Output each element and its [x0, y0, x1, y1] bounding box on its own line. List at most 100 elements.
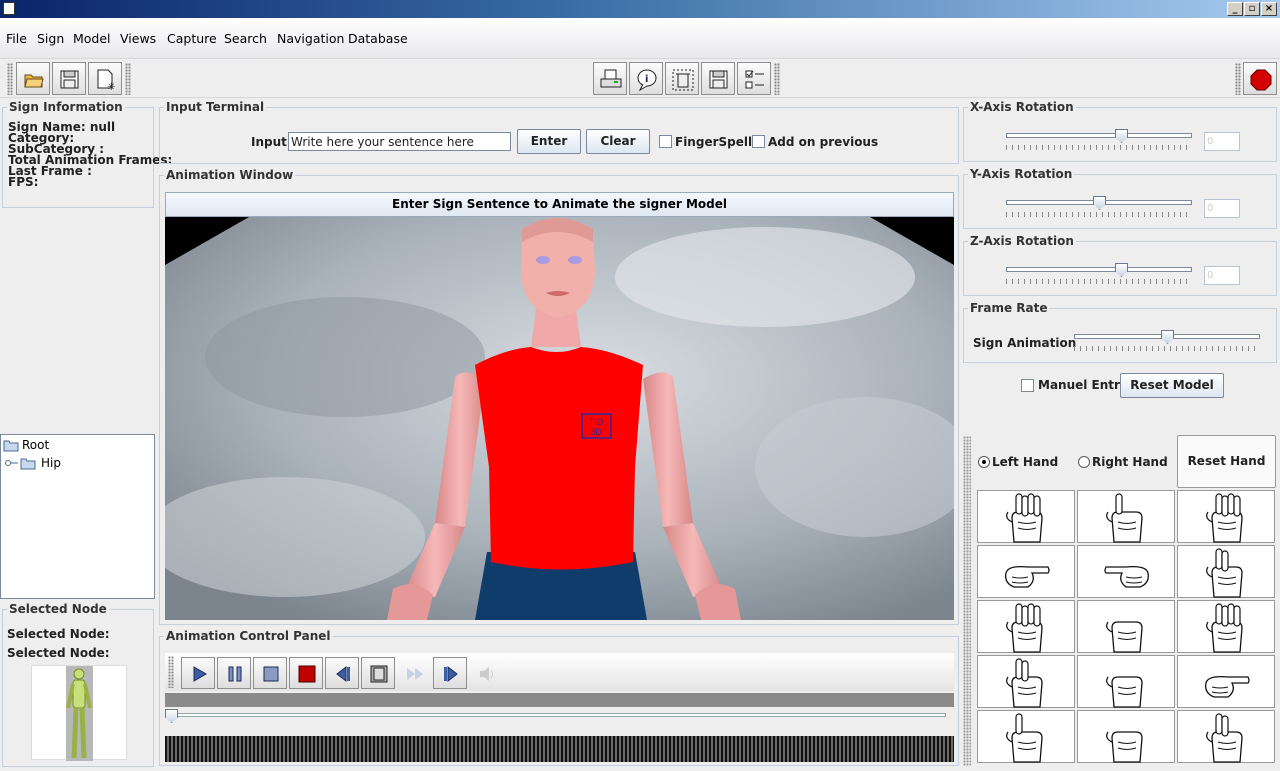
hand-shape-v-shape[interactable]	[1177, 710, 1275, 763]
hand-shape-point-left[interactable]	[977, 545, 1075, 598]
menu-model[interactable]: Model	[73, 31, 111, 46]
z-rotation-thumb[interactable]	[1115, 263, 1128, 277]
record-icon	[298, 665, 316, 683]
hand-index-up-icon	[1106, 493, 1143, 543]
stop-playback-button[interactable]	[253, 657, 287, 689]
menu-database[interactable]: Database	[348, 31, 408, 46]
maximize-button[interactable]: ▫	[1244, 2, 1260, 16]
checklist-button[interactable]	[737, 62, 771, 95]
right-hand-label: Right Hand	[1092, 455, 1168, 469]
z-rotation-slider[interactable]	[1006, 263, 1192, 287]
fast-forward-button[interactable]	[397, 657, 431, 689]
menu-views[interactable]: Views	[120, 31, 156, 46]
stop-button[interactable]	[1243, 62, 1277, 95]
clear-button[interactable]: Clear	[586, 129, 650, 154]
x-rotation-slider[interactable]	[1006, 129, 1192, 153]
fps-label: FPS:	[8, 175, 39, 189]
hand-shape-fist-side[interactable]	[1077, 600, 1175, 653]
hand-shape-index-up[interactable]	[1077, 490, 1175, 543]
new-document-button[interactable]: ✳	[88, 62, 122, 95]
toolbar-grip[interactable]	[7, 63, 13, 95]
close-button[interactable]: ×	[1261, 2, 1277, 16]
hand-index-thumb-icon	[1206, 548, 1243, 598]
signer-model-scene: TID 3D	[165, 217, 954, 620]
playback-toolbar	[165, 653, 954, 691]
hand-shape-l-shape[interactable]	[977, 600, 1075, 653]
step-back-button[interactable]	[325, 657, 359, 689]
frame-rate-slider[interactable]	[1074, 330, 1260, 354]
reset-hand-button[interactable]: Reset Hand	[1177, 435, 1276, 488]
y-rotation-title: Y-Axis Rotation	[968, 167, 1075, 181]
play-button[interactable]	[181, 657, 215, 689]
save-as-button[interactable]	[701, 62, 735, 95]
menu-sign[interactable]: Sign	[37, 31, 64, 46]
timeline-thumb[interactable]	[165, 709, 178, 723]
frame-rate-title: Frame Rate	[968, 301, 1050, 315]
tree-root-label: Root	[22, 438, 50, 452]
reset-model-button[interactable]: Reset Model	[1120, 373, 1224, 398]
menu-search[interactable]: Search	[224, 31, 267, 46]
selected-node-line2: Selected Node:	[7, 646, 110, 660]
y-rotation-slider[interactable]	[1006, 196, 1192, 220]
open-button[interactable]	[16, 62, 50, 95]
hand-shape-open-side[interactable]	[1177, 490, 1275, 543]
right-hand-radio[interactable]	[1078, 456, 1090, 468]
record-button[interactable]	[289, 657, 323, 689]
hand-point-low-icon	[1205, 675, 1250, 698]
z-rotation-value[interactable]: 0	[1204, 266, 1240, 285]
menu-navigation[interactable]: Navigation	[277, 31, 344, 46]
frame-rate-thumb[interactable]	[1161, 330, 1174, 344]
hand-shape-index-thumb[interactable]	[1177, 545, 1275, 598]
save-icon	[709, 70, 728, 89]
animation-window-panel: Animation Window Enter Sign Sentence to …	[159, 168, 959, 625]
x-rotation-thumb[interactable]	[1115, 129, 1128, 143]
z-rotation-title: Z-Axis Rotation	[968, 234, 1076, 248]
tree-node-hip[interactable]: Hip	[5, 456, 85, 472]
volume-button[interactable]	[469, 657, 503, 689]
left-hand-radio[interactable]	[978, 456, 990, 468]
animation-control-panel: Animation Control Panel	[159, 629, 959, 766]
sign-animation-label: Sign Animation	[973, 336, 1077, 350]
info-button[interactable]: i	[629, 62, 663, 95]
fingerspell-checkbox[interactable]	[659, 135, 672, 148]
y-rotation-value[interactable]: 0	[1204, 199, 1240, 218]
selected-node-panel: Selected Node Selected Node: Selected No…	[2, 602, 154, 767]
hand-v-shape-icon	[1206, 713, 1243, 763]
frame-strip	[165, 736, 954, 762]
delete-button[interactable]	[665, 62, 699, 95]
timeline-slider[interactable]	[165, 709, 946, 723]
save-button[interactable]	[52, 62, 86, 95]
hand-shape-point-low[interactable]	[1177, 655, 1275, 708]
minimize-button[interactable]: _	[1227, 2, 1243, 16]
print-button[interactable]	[593, 62, 627, 95]
folder-icon	[3, 440, 19, 452]
hand-shape-two-up[interactable]	[977, 655, 1075, 708]
mannequin-icon	[66, 666, 93, 761]
hand-shape-point-right[interactable]	[1077, 545, 1175, 598]
hand-shape-fist[interactable]	[1077, 655, 1175, 708]
hand-shape-one-up[interactable]	[977, 710, 1075, 763]
hand-shape-fist-front[interactable]	[1077, 710, 1175, 763]
input-terminal-panel: Input Terminal Input: Write here your se…	[159, 100, 959, 164]
step-forward-button[interactable]	[433, 657, 467, 689]
pause-button[interactable]	[217, 657, 251, 689]
tree-expander-icon[interactable]	[5, 459, 19, 469]
x-rotation-value[interactable]: 0	[1204, 132, 1240, 151]
hand-shape-open-back[interactable]	[1177, 600, 1275, 653]
menu-file[interactable]: File	[6, 31, 27, 46]
hand-shape-open[interactable]	[977, 490, 1075, 543]
y-rotation-thumb[interactable]	[1093, 196, 1106, 210]
sentence-input[interactable]: Write here your sentence here	[288, 132, 511, 151]
film-button[interactable]	[361, 657, 395, 689]
animation-viewport[interactable]: TID 3D	[165, 217, 954, 620]
add-on-previous-checkbox[interactable]	[752, 135, 765, 148]
hand-one-up-icon	[1006, 713, 1043, 763]
menu-capture[interactable]: Capture	[167, 31, 217, 46]
enter-button[interactable]: Enter	[517, 129, 581, 154]
print-icon	[600, 69, 622, 88]
hand-panel-grip[interactable]	[963, 436, 971, 766]
manual-entry-checkbox[interactable]	[1021, 379, 1034, 392]
node-tree[interactable]: Root Hip	[0, 434, 155, 599]
hand-panel: Left Hand Right Hand Reset Hand	[976, 434, 1276, 766]
fast-forward-icon	[407, 668, 423, 680]
